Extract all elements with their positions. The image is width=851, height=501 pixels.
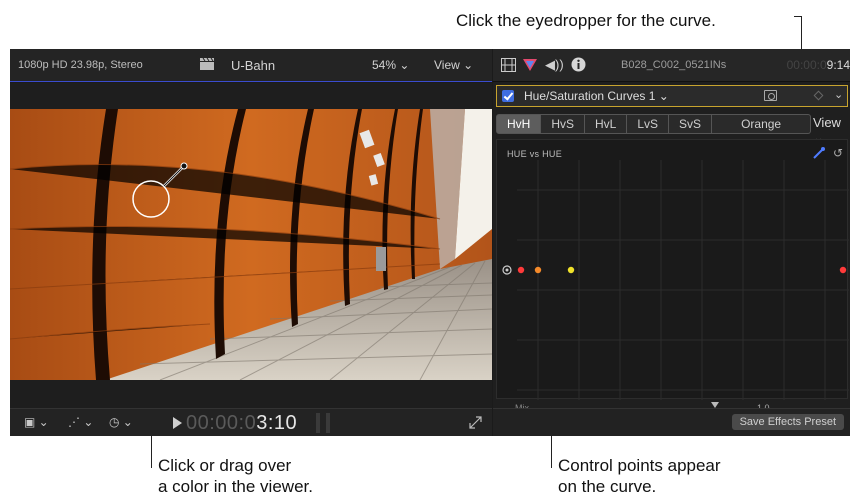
eyedropper-icon[interactable] [812, 146, 826, 160]
color-inspector: ◀)) B028_C002_0521INs 00:00:09:14 Hue/Sa… [493, 49, 850, 436]
callout-control-points-line1: Control points appear [558, 456, 721, 475]
keyframe-diamond-icon[interactable] [813, 90, 824, 101]
viewer-letterbox-bottom [10, 380, 492, 408]
clip-timecode: 00:00:09:14 [787, 58, 850, 72]
save-effects-preset-button[interactable]: Save Effects Preset [731, 414, 844, 430]
enhance-wand-icon[interactable]: ⋰ ⌄ [68, 415, 93, 429]
clapperboard-icon [200, 58, 214, 70]
viewer-header: 1080p HD 23.98p, Stereo U-Bahn 54% ⌄ Vie… [10, 49, 492, 82]
audio-meter-right [326, 413, 330, 433]
color-prism-icon[interactable] [523, 58, 537, 72]
tab-lvs[interactable]: LvS [627, 114, 670, 134]
zoom-menu[interactable]: 54% ⌄ [372, 58, 409, 72]
control-point-orange[interactable] [534, 266, 542, 274]
callout-eyedropper: Click the eyedropper for the curve. [456, 11, 716, 30]
clip-name: B028_C002_0521INs [621, 59, 727, 71]
final-cut-window: 1080p HD 23.98p, Stereo U-Bahn 54% ⌄ Vie… [10, 49, 850, 436]
timecode-bright: 3:10 [256, 412, 298, 434]
tab-hvl[interactable]: HvL [585, 114, 628, 134]
audio-meter-left [316, 413, 320, 433]
callout-viewer-line2: a color in the viewer. [158, 477, 313, 496]
curve-panel: HUE vs HUE ↺ [496, 139, 849, 400]
hue-curve-graph[interactable] [497, 160, 849, 400]
fullscreen-icon[interactable] [469, 416, 482, 429]
tab-svs[interactable]: SvS [669, 114, 713, 134]
tab-hvs[interactable]: HvS [541, 114, 586, 134]
project-name: U-Bahn [231, 58, 276, 73]
viewer-timecode: 00:00:03:10 [186, 412, 297, 435]
timecode-dim: 00:00:0 [186, 412, 257, 434]
mask-icon[interactable] [764, 90, 777, 101]
control-point-start[interactable] [517, 266, 525, 274]
viewer-format-label: 1080p HD 23.98p, Stereo [18, 59, 143, 71]
film-icon[interactable] [501, 58, 516, 72]
curve-title: HUE vs HUE [507, 149, 563, 159]
audio-speaker-icon[interactable]: ◀)) [545, 57, 564, 73]
inspector-header: ◀)) B028_C002_0521INs 00:00:09:14 [493, 49, 850, 82]
tab-orange[interactable]: Orange [712, 114, 812, 134]
effect-row[interactable]: Hue/Saturation Curves 1 ⌄ ⌄ [496, 85, 848, 107]
play-icon[interactable] [173, 417, 182, 429]
clip-timecode-dim: 00:00:0 [786, 58, 827, 72]
info-icon[interactable] [571, 57, 586, 72]
retime-gauge-icon[interactable]: ◷ ⌄ [109, 415, 133, 429]
chevron-down-icon[interactable]: ⌄ [834, 88, 843, 101]
viewer-letterbox-top [10, 83, 492, 109]
control-point-yellow[interactable] [567, 266, 575, 274]
curve-tabs: HvH HvS HvL LvS SvS Orange [496, 114, 812, 134]
inspector-footer: Save Effects Preset [493, 408, 850, 436]
clip-timecode-bright: 9:14 [826, 58, 850, 72]
viewer-view-menu[interactable]: View ⌄ [434, 58, 473, 72]
tunnel-image [10, 109, 492, 380]
viewer-footer: ▣ ⌄ ⋰ ⌄ ◷ ⌄ 00:00:03:10 [10, 408, 492, 436]
viewer-image[interactable] [10, 109, 492, 380]
tab-hvh[interactable]: HvH [496, 114, 542, 134]
transform-menu-icon[interactable]: ▣ ⌄ [24, 415, 49, 429]
callout-control-points-line2: on the curve. [558, 477, 657, 496]
callout-viewer-line1: Click or drag over [158, 456, 292, 475]
control-point-end[interactable] [839, 266, 847, 274]
reset-icon[interactable]: ↺ [833, 146, 843, 160]
callout-eyedropper-tick [794, 16, 802, 17]
effect-name-menu[interactable]: Hue/Saturation Curves 1 ⌄ [524, 89, 669, 103]
effect-enable-checkbox[interactable] [502, 90, 514, 102]
